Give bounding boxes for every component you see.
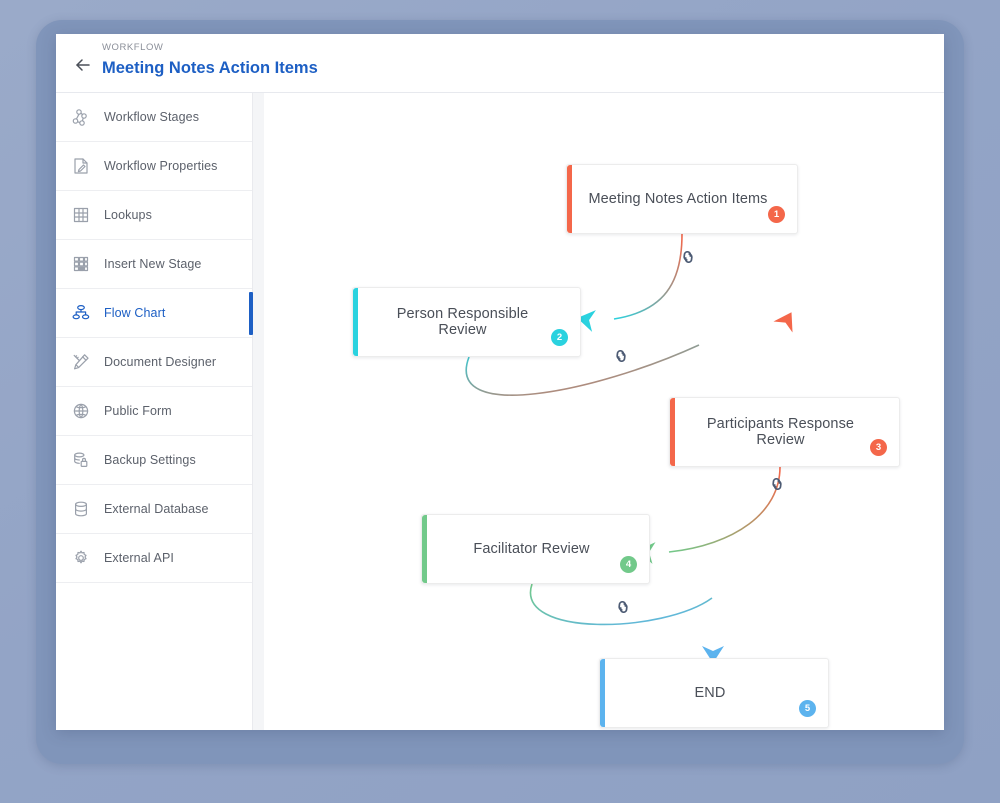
node-label: Meeting Notes Action Items xyxy=(588,191,768,207)
globe-icon xyxy=(70,400,92,422)
flow-node-n5[interactable]: END 5 xyxy=(599,658,829,728)
sidebar-item-insert-new-stage[interactable]: Insert New Stage xyxy=(56,240,252,289)
sidebar-item-public-form[interactable]: Public Form xyxy=(56,387,252,436)
sidebar-item-label: Insert New Stage xyxy=(104,257,202,271)
node-accent-bar xyxy=(567,165,572,233)
node-label: Facilitator Review xyxy=(473,541,590,557)
sidebar-item-backup-settings[interactable]: Backup Settings xyxy=(56,436,252,485)
node-badge: 4 xyxy=(620,556,637,573)
link-chain-icon[interactable] xyxy=(612,596,634,618)
node-label: Person Responsible Review xyxy=(396,306,529,338)
app-body: Workflow Stages Workflow Properties Look… xyxy=(56,93,944,730)
flow-edge-arrowhead xyxy=(773,312,793,333)
flow-node-n3[interactable]: Participants Response Review 3 xyxy=(669,397,900,467)
edit-document-icon xyxy=(70,155,92,177)
workflow-eyebrow-label: WORKFLOW xyxy=(102,42,164,53)
sidebar-item-label: Backup Settings xyxy=(104,453,196,467)
node-label: Participants Response Review xyxy=(706,416,855,448)
database-backup-icon xyxy=(70,449,92,471)
sidebar-item-external-api[interactable]: External API xyxy=(56,534,252,583)
sidebar-item-document-designer[interactable]: Document Designer xyxy=(56,338,252,387)
sidebar-item-workflow-properties[interactable]: Workflow Properties xyxy=(56,142,252,191)
node-accent-bar xyxy=(353,288,358,356)
node-accent-bar xyxy=(422,515,427,583)
sidebar-item-label: Document Designer xyxy=(104,355,217,369)
grid-table-icon xyxy=(70,204,92,226)
hierarchy-icon xyxy=(70,302,92,324)
link-chain-icon[interactable] xyxy=(677,246,699,268)
flow-edge-n1-to-n2 xyxy=(613,233,683,320)
node-label: END xyxy=(694,685,726,701)
network-nodes-icon xyxy=(70,106,92,128)
node-badge: 1 xyxy=(768,206,785,223)
sidebar-item-flow-chart[interactable]: Flow Chart xyxy=(56,289,253,338)
flow-canvas: Meeting Notes Action Items 1 Person Respon… xyxy=(264,93,944,730)
page-title: Meeting Notes Action Items xyxy=(102,59,318,77)
link-chain-icon[interactable] xyxy=(610,345,632,367)
node-accent-bar xyxy=(670,398,675,466)
sidebar-item-label: External Database xyxy=(104,502,209,516)
sidebar-item-label: External API xyxy=(104,551,174,565)
sidebar-item-label: Workflow Stages xyxy=(104,110,200,124)
database-icon xyxy=(70,498,92,520)
sidebar-item-label: Workflow Properties xyxy=(104,159,218,173)
app-window: WORKFLOW Meeting Notes Action Items Work… xyxy=(56,34,944,730)
sidebar-item-label: Public Form xyxy=(104,404,172,418)
app-header: WORKFLOW Meeting Notes Action Items xyxy=(56,34,944,93)
flow-node-n1[interactable]: Meeting Notes Action Items 1 xyxy=(566,164,798,234)
sidebar-item-label: Lookups xyxy=(104,208,152,222)
node-badge: 3 xyxy=(870,439,887,456)
back-button[interactable] xyxy=(70,52,96,78)
flowchart-canvas-pane[interactable]: Meeting Notes Action Items 1 Person Respon… xyxy=(264,93,944,730)
sidebar-item-lookups[interactable]: Lookups xyxy=(56,191,252,240)
sidebar-item-label: Flow Chart xyxy=(104,306,166,320)
sidebar-item-workflow-stages[interactable]: Workflow Stages xyxy=(56,93,252,142)
arrow-left-icon xyxy=(73,55,93,75)
node-badge: 2 xyxy=(551,329,568,346)
link-chain-icon[interactable] xyxy=(766,473,788,495)
blocks-insert-icon xyxy=(70,253,92,275)
pencil-ruler-icon xyxy=(70,351,92,373)
flow-node-n2[interactable]: Person Responsible Review 2 xyxy=(352,287,581,357)
sidebar-item-external-database[interactable]: External Database xyxy=(56,485,252,534)
node-accent-bar xyxy=(600,659,605,727)
flow-edge-n3-to-n4 xyxy=(668,466,781,553)
flow-node-n4[interactable]: Facilitator Review 4 xyxy=(421,514,650,584)
header-text-group: WORKFLOW Meeting Notes Action Items xyxy=(102,41,318,80)
gear-icon xyxy=(70,547,92,569)
node-badge: 5 xyxy=(799,700,816,717)
sidebar: Workflow Stages Workflow Properties Look… xyxy=(56,93,253,730)
